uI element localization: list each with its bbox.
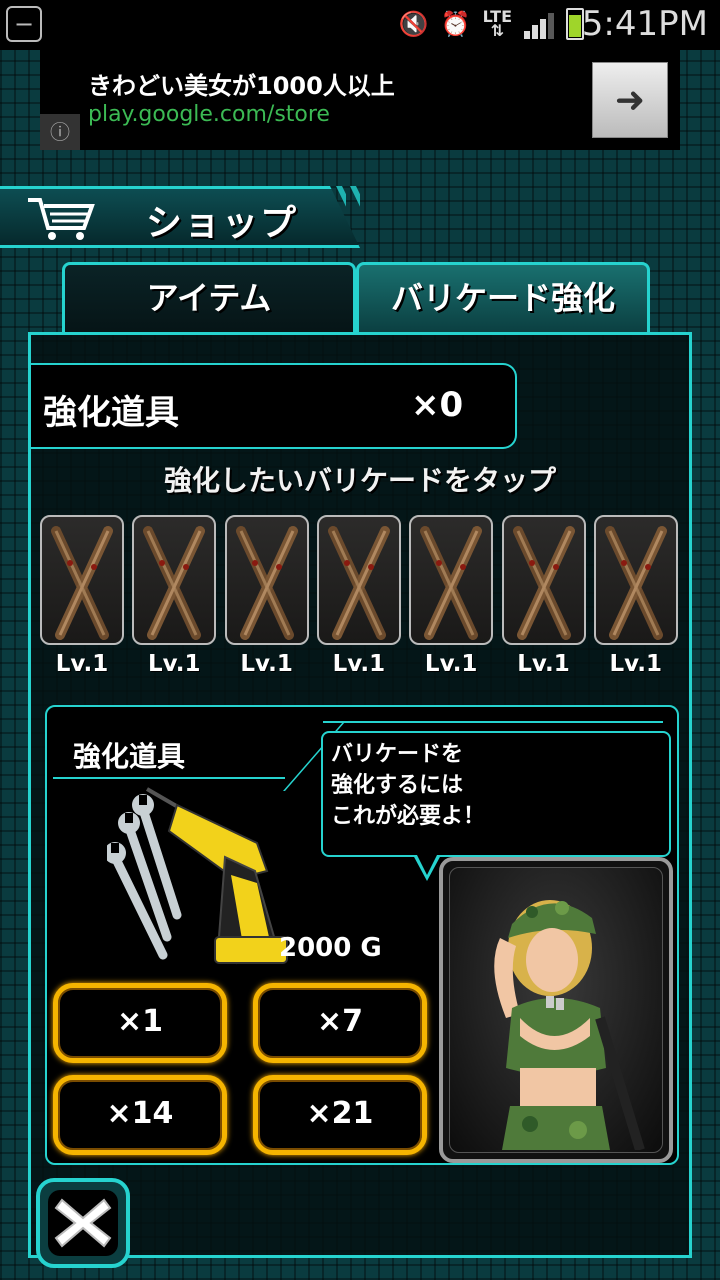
close-icon [54,1198,112,1248]
cart-icon [28,198,95,240]
clock: 5:41PM [581,4,708,44]
shop-header: ショップ [0,186,380,248]
barricade-slot[interactable] [40,515,124,645]
barricade-stakes-icon [420,526,483,640]
detail-title: 強化道具 [73,740,186,773]
inventory-item-name: 強化道具 [43,393,179,433]
shop-title: ショップ [146,203,299,244]
signal-icon [524,9,554,39]
buy-x1-button[interactable]: ×1 [53,983,227,1063]
barricade-stakes-icon [327,526,390,640]
barricade-slot[interactable] [224,515,309,645]
tab-barricade-upgrade[interactable]: バリケード強化 [356,262,650,334]
soldier-girl-image [494,900,645,1152]
wrench-drill-icon [107,787,288,965]
barricade-stakes-icon [143,526,206,640]
barricade-slot[interactable] [501,515,586,645]
divider [53,777,285,779]
barricade-level: Lv.1 [240,651,293,677]
ad-url[interactable]: play.google.com/store [88,102,330,127]
barricade-stakes-icon [512,526,575,640]
ad-banner[interactable]: きわどい美女が1000人以上 play.google.com/store ⓘ ➜ [40,50,680,150]
price-label: 2000 G [279,933,382,963]
inventory-row: 強化道具 ×0 [31,363,517,449]
info-icon[interactable]: ⓘ [40,114,80,150]
barricade-stakes-icon [51,526,113,640]
barricade-level: Lv.1 [55,651,109,677]
barricade-stakes-icon [604,526,667,640]
mute-icon: 🔇 [398,10,429,38]
buy-x14-button[interactable]: ×14 [53,1075,227,1155]
buy-x1-label: ×1 [116,1004,163,1039]
barricade-slot[interactable] [132,515,217,645]
barricade-level: Lv.1 [609,651,663,677]
alarm-icon: ⏰ [440,10,471,38]
ad-title[interactable]: きわどい美女が1000人以上 [88,66,395,101]
barricade-level: Lv.1 [517,651,570,677]
lte-icon: LTE ⇅ [482,7,512,40]
tap-hint: 強化したいバリケードをタップ [163,464,556,497]
speech-tail [416,853,438,875]
character-portrait [439,857,673,1163]
barricade-slot[interactable] [593,515,678,645]
buy-x7-button[interactable]: ×7 [253,983,427,1063]
tab-items[interactable]: アイテム [62,262,356,334]
barricade-slot[interactable] [316,515,401,645]
barricade-level: Lv.1 [148,651,201,677]
buy-x21-button[interactable]: ×21 [253,1075,427,1155]
barricade-slot[interactable] [409,515,494,645]
speech-bubble: バリケードを 強化するには これが必要よ！ [321,731,671,857]
inventory-item-count: ×0 [411,385,464,425]
barricade-level: Lv.1 [332,651,386,677]
buy-x21-label: ×21 [306,1096,374,1131]
barricade-level: Lv.1 [424,651,478,677]
detail-box: 強化道具 バリケードを 強化するには これが必要よ！ 2000 G ×1 ×7 … [45,705,679,1165]
close-icon-bg [48,1190,118,1256]
barricade-list: Lv.1 Lv.1 Lv.1 Lv.1 Lv.1 Lv.1 Lv.1 [40,515,684,685]
speech-text: バリケードを 強化するには これが必要よ！ [331,742,486,829]
status-bar: − 🔇 ⏰ LTE ⇅ 5:41PM [0,0,720,50]
main-panel: 強化道具 ×0 強化したいバリケードをタップ Lv.1 Lv.1 Lv.1 Lv.1 L… [28,332,692,1258]
status-icons: 🔇 ⏰ LTE ⇅ [399,8,584,40]
close-button[interactable] [36,1178,130,1268]
back-notification-icon[interactable]: − [6,6,42,42]
barricade-stakes-icon [235,526,298,640]
portrait-frame [449,867,663,1153]
divider [323,721,663,723]
arrow-right-icon[interactable]: ➜ [592,62,668,138]
buy-x14-label: ×14 [106,1096,174,1131]
buy-x7-label: ×7 [316,1004,363,1039]
